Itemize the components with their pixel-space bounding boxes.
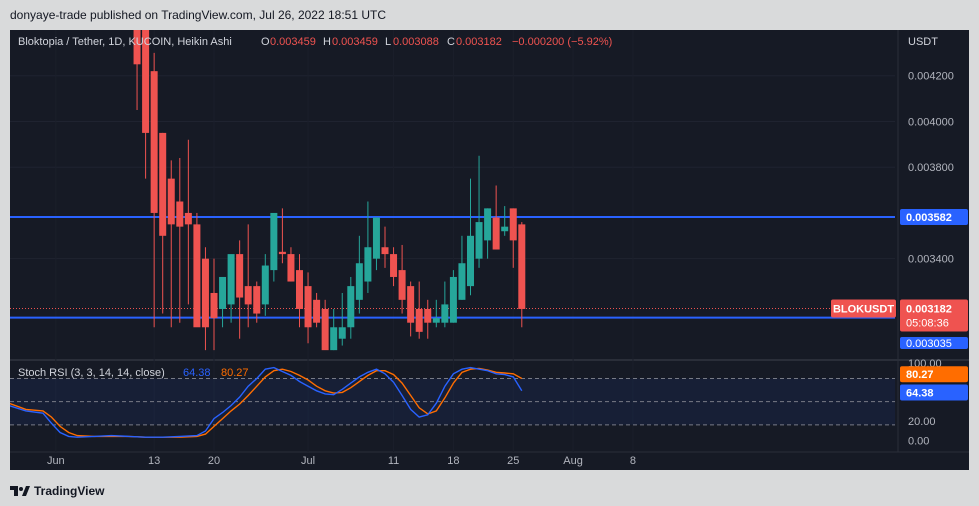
time-tick-label: Aug xyxy=(563,455,583,467)
footer-brand: TradingView xyxy=(34,484,105,498)
candle-body xyxy=(518,224,526,309)
chart-svg[interactable]: 0.004200 0.004000 0.003800 0.003400 0.003582… xyxy=(10,30,969,470)
candle-body xyxy=(261,265,269,305)
candle-body xyxy=(484,208,492,241)
candle-body xyxy=(407,286,415,323)
rsi-tick-label: 0.00 xyxy=(908,435,929,447)
candles-layer xyxy=(133,30,526,351)
candle-body xyxy=(193,224,201,328)
candle-body xyxy=(390,254,398,277)
rsi-d-tag-label: 80.27 xyxy=(906,369,934,381)
time-tick-label: 18 xyxy=(447,455,459,467)
ohlc-legend: O 0.003459 H 0.003459 L 0.003088 C 0.003… xyxy=(261,36,612,48)
candle-body xyxy=(441,304,449,323)
price-tick-label: 0.003400 xyxy=(908,254,954,266)
rsi-d-value: 80.27 xyxy=(221,367,249,379)
candle-body xyxy=(150,71,158,213)
price-tick-label: 0.004200 xyxy=(908,71,954,83)
ohlc-h-label: H xyxy=(323,36,331,48)
candle-body xyxy=(398,270,406,300)
candle-body xyxy=(227,254,235,305)
publish-text: donyaye-trade published on TradingView.c… xyxy=(10,8,387,22)
candle-body xyxy=(432,318,440,323)
rsi-title: Stoch RSI (3, 3, 14, 14, close) xyxy=(18,367,165,379)
footer: TradingView xyxy=(0,476,979,506)
price-tick-label: 0.003800 xyxy=(908,162,954,174)
tradingview-logo-icon xyxy=(10,486,30,496)
candle-body xyxy=(501,226,509,232)
candle-body xyxy=(304,286,312,328)
time-tick-label: 11 xyxy=(388,455,399,467)
ohlc-change: −0.000200 (−5.92%) xyxy=(512,36,612,48)
partial-price-label: 0.003035 xyxy=(906,338,952,350)
candle-body xyxy=(458,263,466,300)
candle-body xyxy=(492,217,500,250)
candle-body xyxy=(176,201,184,227)
candle-body xyxy=(355,263,363,300)
ohlc-close: 0.003182 xyxy=(456,36,502,48)
candle-body xyxy=(321,308,329,351)
candle-body xyxy=(475,222,483,259)
ohlc-c-label: C xyxy=(447,36,455,48)
candle-body xyxy=(287,254,295,282)
symbol-badge-label: BLOKUSDT xyxy=(833,304,894,316)
time-tick-label: 8 xyxy=(630,455,636,467)
candle-body xyxy=(372,217,380,259)
time-tick-label: 20 xyxy=(208,455,220,467)
candle-body xyxy=(364,247,372,282)
ohlc-o-label: O xyxy=(261,36,270,48)
candle-body xyxy=(244,286,252,305)
candle-body xyxy=(201,258,209,328)
candle-body xyxy=(424,308,432,323)
candle-body xyxy=(330,327,338,351)
chart-frame: 0.004200 0.004000 0.003800 0.003400 0.003582… xyxy=(10,30,969,470)
candle-body xyxy=(159,132,167,236)
time-tick-label: 13 xyxy=(148,455,160,467)
time-tick-label: Jul xyxy=(301,455,315,467)
candle-body xyxy=(509,208,517,241)
candle-body xyxy=(219,276,227,309)
candle-body xyxy=(253,286,261,314)
rsi-k-value: 64.38 xyxy=(183,367,211,379)
countdown-label: 05:08:36 xyxy=(906,318,949,330)
candle-body xyxy=(236,254,244,298)
rsi-band-label: 20.00 xyxy=(908,416,936,428)
ohlc-open: 0.003459 xyxy=(270,36,316,48)
publish-banner: donyaye-trade published on TradingView.c… xyxy=(0,0,979,30)
time-axis: Jun 13 20 Jul 11 18 25 Aug 8 xyxy=(47,455,636,467)
candle-body xyxy=(347,286,355,328)
candle-body xyxy=(167,178,175,225)
candle-body xyxy=(415,308,423,332)
candle-body xyxy=(270,212,278,271)
rsi-k-tag-label: 64.38 xyxy=(906,388,934,400)
last-price-label: 0.003182 xyxy=(906,304,952,316)
candle-body xyxy=(313,299,321,323)
candle-body xyxy=(296,270,303,309)
price-tick-label: 0.004000 xyxy=(908,116,954,128)
time-tick-label: Jun xyxy=(47,455,65,467)
chart-title: Bloktopia / Tether, 1D, KUCOIN, Heikin A… xyxy=(18,36,232,48)
level-price-label: 0.003582 xyxy=(906,212,952,224)
candle-body xyxy=(184,212,192,225)
candle-body xyxy=(381,247,389,255)
candle-body xyxy=(467,235,474,287)
ohlc-low: 0.003088 xyxy=(393,36,439,48)
candle-body xyxy=(278,251,286,255)
time-tick-label: 25 xyxy=(507,455,519,467)
candle-body xyxy=(210,292,218,319)
ohlc-high: 0.003459 xyxy=(332,36,378,48)
ohlc-l-label: L xyxy=(385,36,391,48)
currency-label: USDT xyxy=(908,36,938,48)
candle-body xyxy=(338,327,346,339)
candle-body xyxy=(449,276,457,323)
